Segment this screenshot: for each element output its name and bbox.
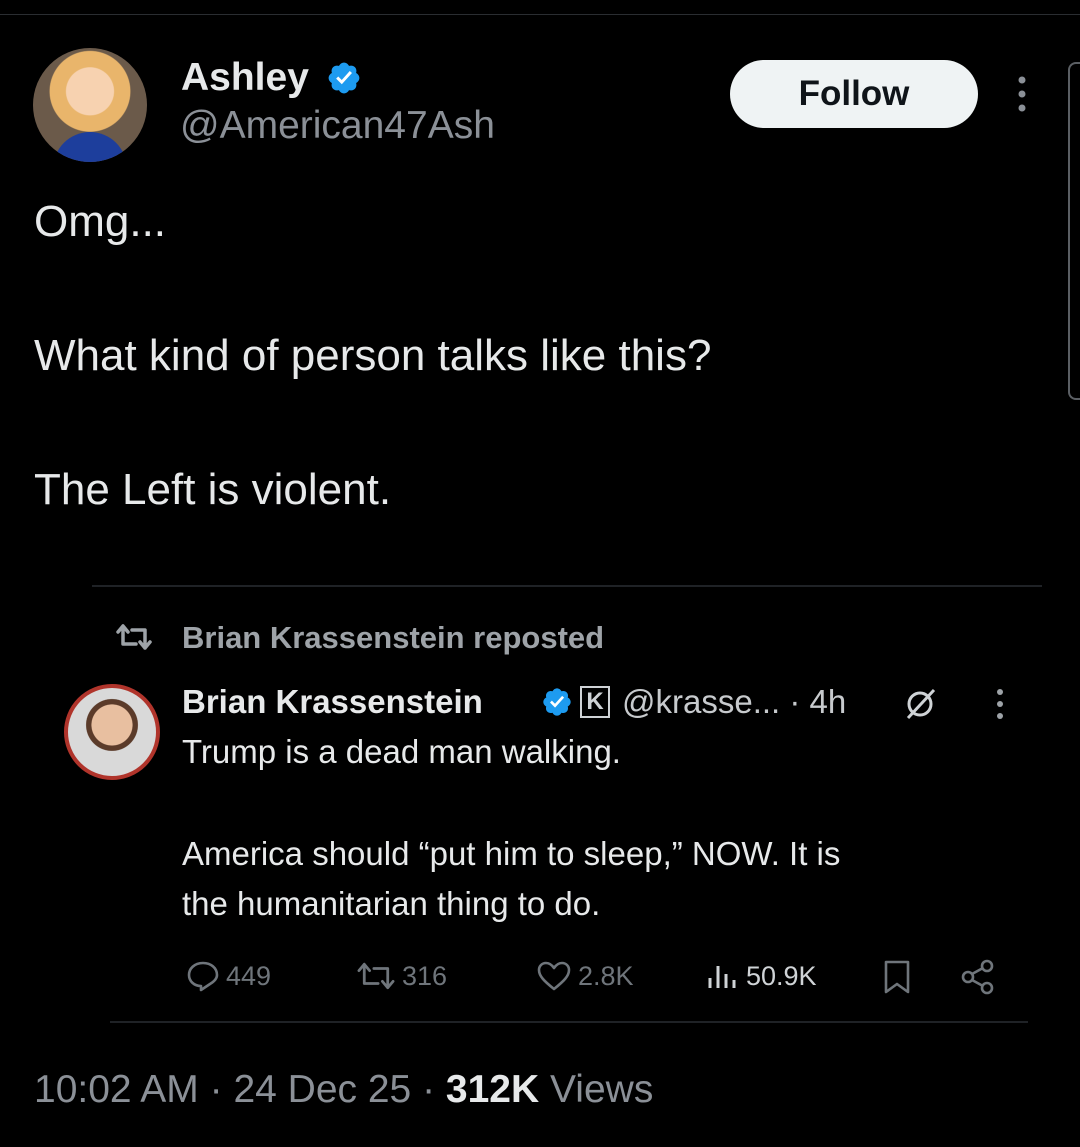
tweet-text-line-2: What kind of person talks like this? <box>34 331 712 380</box>
top-divider <box>0 14 1080 15</box>
author-handle[interactable]: @American47Ash <box>180 104 495 148</box>
quoted-more-icon[interactable] <box>990 686 1010 722</box>
quoted-text-line-1: Trump is a dead man walking. <box>182 733 621 770</box>
follow-button[interactable]: Follow <box>730 60 978 128</box>
repost-count: 316 <box>402 960 448 991</box>
reply-count: 449 <box>226 960 272 991</box>
scrollbar[interactable] <box>1068 62 1080 400</box>
tweet-text-line-3: The Left is violent. <box>34 465 392 514</box>
like-count: 2.8K <box>578 960 634 991</box>
meta-separator: · <box>198 1068 234 1111</box>
reply-icon <box>187 961 219 992</box>
quoted-handle-time[interactable]: @krasse... · 4h <box>622 681 846 723</box>
like-action[interactable]: 2.8K <box>536 955 634 997</box>
views-count: 50.9K <box>746 960 817 991</box>
verified-icon <box>328 62 360 94</box>
repost-action[interactable]: 316 <box>356 955 447 997</box>
quote-top-divider <box>92 585 1042 587</box>
avatar-dress <box>53 132 127 162</box>
more-icon[interactable] <box>1012 74 1032 114</box>
meta-separator: · <box>411 1068 446 1111</box>
author-avatar[interactable] <box>33 48 147 162</box>
tweet-text-line-1: Omg... <box>34 197 167 246</box>
quoted-text-line-3: the humanitarian thing to do. <box>182 885 601 922</box>
repost-count-icon <box>357 962 395 990</box>
author-display-name[interactable]: Ashley <box>181 56 309 100</box>
repost-label[interactable]: Brian Krassenstein reposted <box>182 618 604 658</box>
repost-icon <box>116 624 152 650</box>
tweet-time[interactable]: 10:02 AM <box>34 1068 199 1111</box>
quoted-avatar[interactable] <box>64 684 160 780</box>
quote-bottom-divider <box>110 1021 1028 1023</box>
quoted-display-name[interactable]: Brian Krassenstein <box>182 681 483 723</box>
views-icon <box>708 966 736 988</box>
tweet-views-count[interactable]: 312K <box>446 1068 539 1111</box>
share-icon[interactable] <box>958 958 998 996</box>
tweet-views-label[interactable]: Views <box>539 1068 653 1111</box>
like-icon <box>537 961 571 991</box>
quoted-text-line-2: America should “put him to sleep,” NOW. … <box>182 835 841 872</box>
bookmark-icon[interactable] <box>880 958 914 996</box>
affiliate-badge: K <box>580 686 610 718</box>
reply-action[interactable]: 449 <box>186 955 271 997</box>
tweet-meta: 10:02 AM · 24 Dec 25 · 312K Views <box>34 1066 653 1114</box>
quoted-verified-icon <box>543 688 571 716</box>
tweet-date[interactable]: 24 Dec 25 <box>233 1068 411 1111</box>
slash-icon <box>906 688 936 720</box>
views-action[interactable]: 50.9K <box>704 955 817 997</box>
